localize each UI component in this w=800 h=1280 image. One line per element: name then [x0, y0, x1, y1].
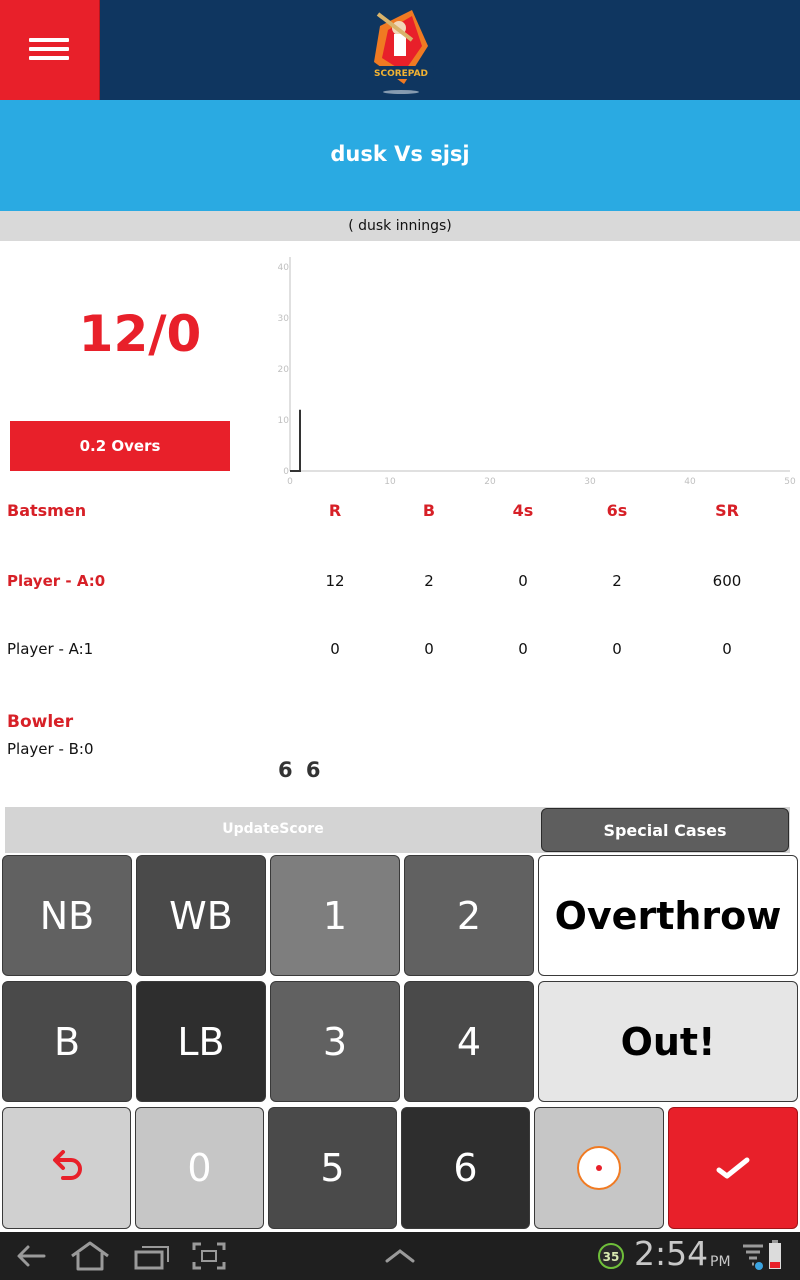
scorepad-logo: SCOREPAD	[368, 10, 434, 94]
overthrow-button[interactable]: Overthrow	[538, 855, 798, 976]
bowler-header: Bowler	[7, 712, 74, 732]
chart-series	[290, 409, 301, 472]
menu-button[interactable]	[0, 0, 100, 100]
signal-icon	[743, 1244, 763, 1270]
hamburger-icon-line	[29, 47, 69, 51]
checkmark-icon	[716, 1157, 750, 1179]
dot-ball-icon	[577, 1146, 621, 1190]
tab-update-score[interactable]: UpdateScore	[5, 807, 541, 853]
x-tick-label: 30	[584, 477, 596, 487]
score-total: 12/0	[78, 305, 202, 363]
scoring-keypad: NB WB 1 2 Overthrow B LB 3 4 Out! 0 5 6	[0, 853, 800, 1231]
x-tick-label: 40	[684, 477, 696, 487]
bye-button[interactable]: B	[2, 981, 132, 1102]
cell-strike-rate: 0	[722, 640, 732, 658]
y-tick-label: 20	[278, 365, 289, 375]
status-clock: 2:54	[634, 1234, 709, 1273]
run-3-button[interactable]: 3	[270, 981, 400, 1102]
col-header-sixes: 6s	[606, 501, 628, 520]
x-tick-label: 50	[784, 477, 796, 487]
no-ball-button[interactable]: NB	[2, 855, 132, 976]
col-header-runs: R	[328, 501, 342, 520]
cell-sixes: 0	[612, 640, 622, 658]
run-4-button[interactable]: 4	[404, 981, 534, 1102]
home-icon[interactable]	[68, 1240, 112, 1272]
app-header: SCOREPAD	[0, 0, 800, 100]
runs-chart: 0 10 20 30 40 50 0 10 20 30 40	[278, 257, 796, 487]
run-6-button[interactable]: 6	[401, 1107, 530, 1229]
col-header-fours: 4s	[512, 501, 534, 520]
chart-ticks: 0 10 20 30 40 50 0 10 20 30 40	[278, 263, 796, 487]
tab-special-cases[interactable]: Special Cases	[541, 808, 789, 852]
runs-series-line	[290, 409, 301, 472]
cell-runs: 12	[325, 572, 345, 590]
x-tick-label: 0	[287, 477, 293, 487]
wide-ball-button[interactable]: WB	[136, 855, 266, 976]
innings-label: ( dusk innings)	[0, 211, 800, 241]
cell-fours: 0	[518, 572, 528, 590]
cell-runs: 0	[330, 640, 340, 658]
batsman-name-non-striker: Player - A:1	[7, 640, 94, 658]
svg-text:35: 35	[603, 1250, 620, 1264]
dot-ball-button[interactable]	[534, 1107, 664, 1229]
batsmen-header: Batsmen	[7, 501, 87, 520]
notification-badge-icon: 35	[598, 1243, 624, 1269]
hamburger-icon-line	[29, 38, 69, 42]
bowler-name: Player - B:0	[7, 740, 94, 758]
run-2-button[interactable]: 2	[404, 855, 534, 976]
undo-icon	[52, 1150, 82, 1180]
run-1-button[interactable]: 1	[270, 855, 400, 976]
cell-strike-rate: 600	[712, 572, 742, 590]
y-tick-label: 30	[278, 314, 289, 324]
over-balls: 6 6	[278, 758, 321, 782]
back-icon[interactable]	[14, 1242, 48, 1270]
chevron-up-icon[interactable]	[384, 1248, 416, 1264]
undo-button[interactable]	[2, 1107, 131, 1229]
match-title-band: dusk Vs sjsj	[0, 100, 800, 211]
out-button[interactable]: Out!	[538, 981, 798, 1102]
run-5-button[interactable]: 5	[268, 1107, 397, 1229]
match-title: dusk Vs sjsj	[330, 142, 470, 166]
batsman-name-striker: Player - A:0	[7, 572, 106, 590]
x-tick-label: 10	[384, 477, 396, 487]
battery-icon	[769, 1240, 781, 1269]
hamburger-icon-line	[29, 56, 69, 60]
screenshot-icon[interactable]	[192, 1242, 226, 1270]
y-tick-label: 10	[278, 416, 289, 426]
x-tick-label: 20	[484, 477, 496, 487]
y-tick-label: 40	[278, 263, 289, 273]
overs-button[interactable]: 0.2 Overs	[10, 421, 230, 471]
cell-sixes: 2	[612, 572, 622, 590]
cell-fours: 0	[518, 640, 528, 658]
leg-bye-button[interactable]: LB	[136, 981, 266, 1102]
run-0-button[interactable]: 0	[135, 1107, 264, 1229]
chart-axes	[289, 257, 790, 472]
svg-text:SCOREPAD: SCOREPAD	[374, 69, 428, 79]
status-ampm: PM	[710, 1254, 731, 1270]
y-tick-label: 0	[283, 467, 289, 477]
col-header-strike-rate: SR	[715, 501, 739, 520]
confirm-button[interactable]	[668, 1107, 798, 1229]
col-header-balls: B	[422, 501, 436, 520]
recent-apps-icon[interactable]	[134, 1242, 170, 1270]
cell-balls: 0	[424, 640, 434, 658]
cell-balls: 2	[424, 572, 434, 590]
